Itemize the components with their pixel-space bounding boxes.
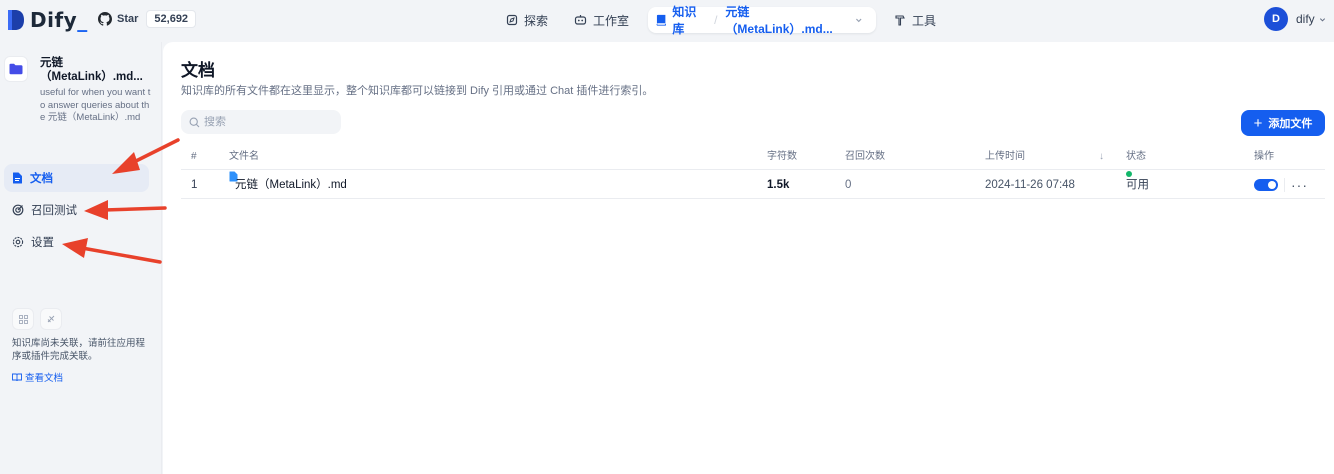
dataset-sidebar: 元链（MetaLink）.md... useful for when you w… <box>0 42 162 474</box>
user-name: dify <box>1296 12 1315 26</box>
column-actions: 操作 <box>1254 151 1274 162</box>
chevron-down-icon <box>1319 17 1325 22</box>
hammer-icon <box>895 15 905 26</box>
view-docs-label: 查看文档 <box>25 373 64 384</box>
row-char-count: 1.5k <box>767 179 790 191</box>
sidebar-item-label: 召回测试 <box>31 205 77 217</box>
nav-explore-label: 探索 <box>524 13 549 28</box>
search-box[interactable] <box>181 110 341 134</box>
sort-arrow-icon[interactable]: ↓ <box>1099 144 1104 170</box>
dify-logo-mark-icon <box>8 10 24 30</box>
robot-icon <box>574 15 587 25</box>
documents-panel: 文档 知识库的所有文件都在这里显示，整个知识库都可以链接到 Dify 引用或通过… <box>163 42 1334 474</box>
search-input[interactable] <box>204 116 334 128</box>
github-star-count: 52,692 <box>146 10 197 28</box>
document-icon <box>13 172 22 184</box>
target-icon <box>12 204 24 216</box>
nav-tools[interactable]: 工具 <box>886 7 944 33</box>
unlinked-notice: 知识库尚未关联，请前往应用程序或插件完成关联。 <box>12 338 146 362</box>
column-index: # <box>191 151 197 162</box>
gear-icon <box>12 236 24 248</box>
open-book-icon <box>12 373 22 381</box>
plugin-icon <box>40 308 62 330</box>
nav-tools-label: 工具 <box>912 13 937 28</box>
avatar[interactable]: D <box>1264 7 1288 31</box>
sidebar-item-documents[interactable]: 文档 <box>4 164 149 192</box>
current-dataset-breadcrumb[interactable]: 元链（MetaLink）.md... <box>725 3 848 37</box>
chevron-down-icon[interactable] <box>855 16 863 24</box>
github-icon <box>98 12 112 26</box>
folder-icon <box>4 56 28 82</box>
nav-studio-label: 工作室 <box>593 13 630 28</box>
divider <box>1284 178 1285 192</box>
app-grid-icon <box>12 308 34 330</box>
enable-toggle[interactable] <box>1254 179 1278 191</box>
more-options-icon[interactable]: ··· <box>1291 171 1308 199</box>
view-docs-link[interactable]: 查看文档 <box>12 370 63 384</box>
linked-app-icons <box>12 308 62 330</box>
dataset-description: useful for when you want to answer queri… <box>40 87 151 123</box>
nav-knowledge-label: 知识库 <box>672 5 697 36</box>
compass-icon <box>506 14 518 26</box>
column-chars: 字符数 <box>767 151 797 162</box>
dify-logo[interactable]: Dify_ <box>6 8 88 32</box>
row-hit-count: 0 <box>845 179 852 191</box>
dataset-name: 元链（MetaLink）.md... <box>40 57 143 83</box>
sidebar-item-settings[interactable]: 设置 <box>4 228 149 256</box>
column-upload-time[interactable]: 上传时间 <box>985 144 1025 170</box>
add-file-label: 添加文件 <box>1268 118 1313 130</box>
user-menu[interactable]: D dify <box>1264 7 1326 31</box>
row-index: 1 <box>191 179 198 191</box>
row-file-name-cell[interactable]: 元链（MetaLink）.md <box>229 171 347 191</box>
nav-explore[interactable]: 探索 <box>498 7 556 33</box>
plus-icon: + <box>1253 114 1263 132</box>
row-upload-time: 2024-11-26 07:48 <box>985 179 1075 191</box>
column-name: 文件名 <box>229 151 259 162</box>
nav-knowledge-active[interactable]: 知识库 / 元链（MetaLink）.md... <box>648 5 876 36</box>
add-file-button[interactable]: + 添加文件 <box>1241 110 1325 136</box>
page-description: 知识库的所有文件都在这里显示，整个知识库都可以链接到 Dify 引用或通过 Ch… <box>181 85 654 97</box>
sidebar-item-hit-testing[interactable]: 召回测试 <box>4 196 149 224</box>
top-navigation-bar: Dify_ Star 52,692 探索 工作室 知识库 / 元链（MetaLi… <box>0 0 1334 42</box>
table-row[interactable]: 1 元链（MetaLink）.md 1.5k 0 2024-11-26 07:4… <box>181 171 1325 199</box>
nav-studio[interactable]: 工作室 <box>566 7 637 33</box>
logo-text: Dify_ <box>30 8 88 32</box>
row-status-label: 可用 <box>1126 179 1149 191</box>
column-hits: 召回次数 <box>845 151 885 162</box>
github-star-label: Star <box>117 13 139 25</box>
row-file-name: 元链（MetaLink）.md <box>235 179 347 191</box>
sidebar-item-label: 文档 <box>30 173 53 185</box>
breadcrumb-separator: / <box>714 13 718 27</box>
book-icon <box>656 14 666 26</box>
sidebar-item-label: 设置 <box>31 237 54 249</box>
search-icon <box>189 117 200 127</box>
page-title: 文档 <box>181 61 215 80</box>
column-status: 状态 <box>1126 151 1146 162</box>
table-header: # 文件名 字符数 召回次数 上传时间 ↓ 状态 操作 <box>181 144 1325 170</box>
github-star-button[interactable]: Star 52,692 <box>98 10 197 28</box>
